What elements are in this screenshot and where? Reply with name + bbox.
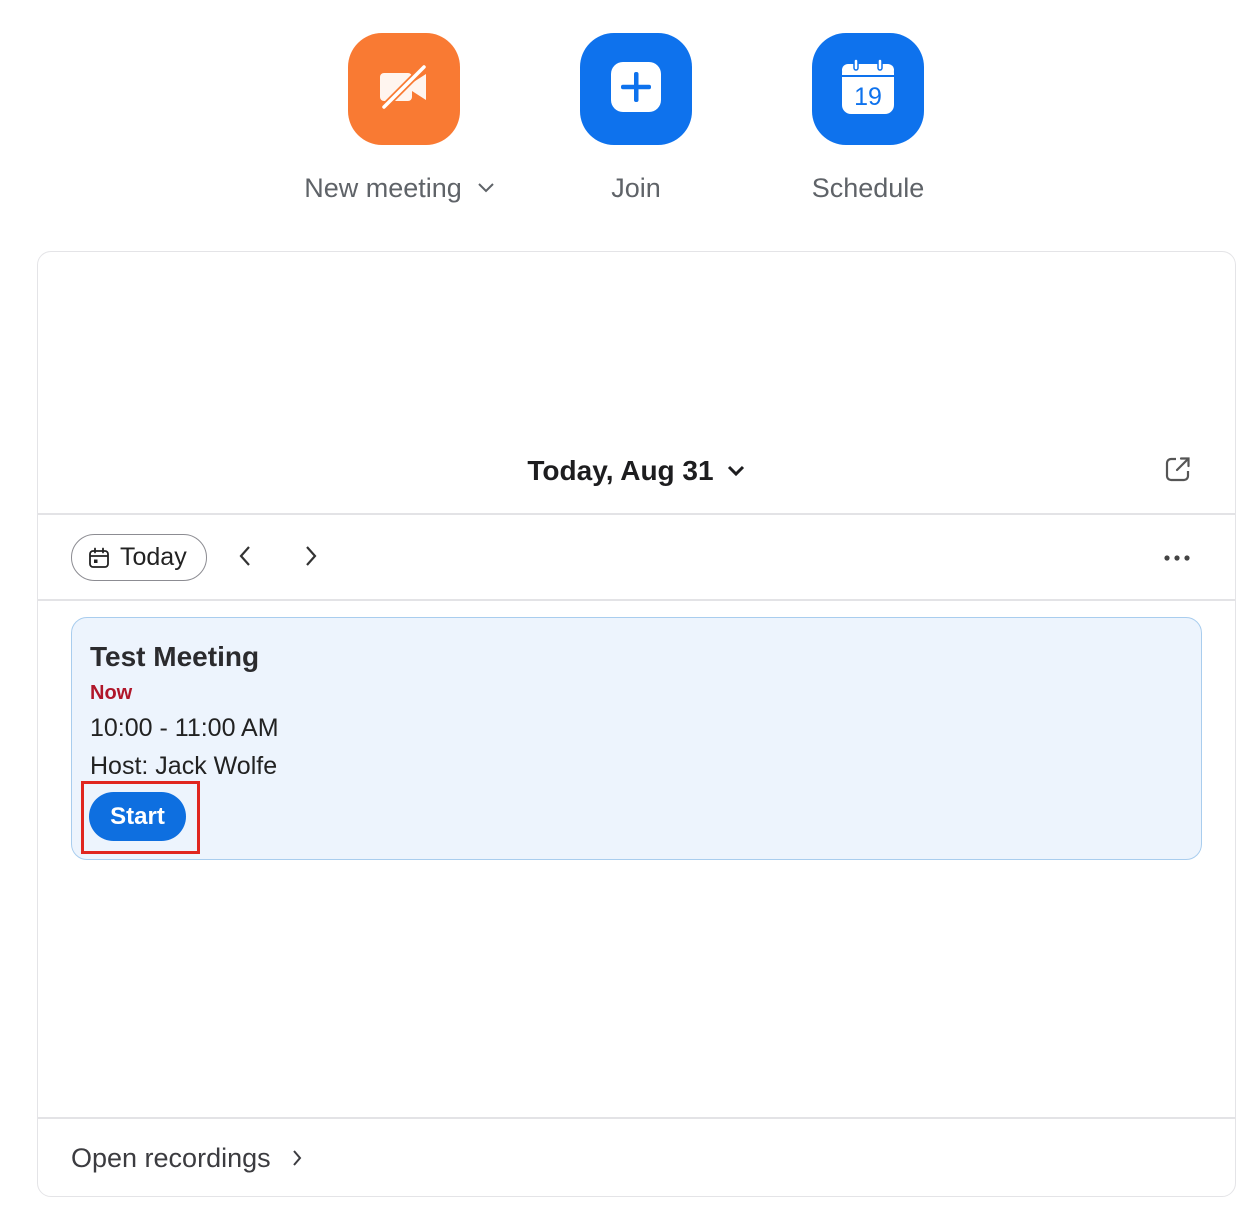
plus-icon <box>609 60 663 119</box>
schedule-button[interactable]: 19 <box>812 33 924 145</box>
meeting-status: Now <box>90 682 133 704</box>
video-off-icon <box>376 59 432 120</box>
calendar-panel: Today, Aug 31 Today Test Meeting Now 10:… <box>37 251 1236 1197</box>
calendar-icon <box>88 547 110 569</box>
divider <box>38 513 1235 515</box>
today-button[interactable]: Today <box>71 534 207 581</box>
meeting-title: Test Meeting <box>90 641 260 672</box>
new-meeting-label[interactable]: New meeting <box>280 168 520 208</box>
calendar-icon: 19 <box>840 57 896 121</box>
chevron-down-icon <box>726 464 746 478</box>
meeting-time: 10:00 - 11:00 AM <box>90 714 279 742</box>
chevron-right-icon <box>302 544 320 573</box>
chevron-left-icon <box>236 544 254 573</box>
date-selector[interactable]: Today, Aug 31 <box>38 447 1235 495</box>
previous-day-button[interactable] <box>229 542 261 574</box>
chevron-down-icon[interactable] <box>476 181 496 195</box>
new-meeting-button[interactable] <box>348 33 460 145</box>
join-label[interactable]: Join <box>556 168 716 208</box>
next-day-button[interactable] <box>295 542 327 574</box>
meeting-host: Host: Jack Wolfe <box>90 752 278 780</box>
divider <box>38 599 1235 601</box>
more-icon <box>1163 549 1191 567</box>
date-title: Today, Aug 31 <box>527 455 714 486</box>
schedule-label[interactable]: Schedule <box>788 168 948 208</box>
popout-icon[interactable] <box>1163 454 1193 484</box>
chevron-right-icon <box>291 1148 303 1168</box>
join-button[interactable] <box>580 33 692 145</box>
open-recordings-link[interactable]: Open recordings <box>71 1137 303 1179</box>
divider <box>38 1117 1235 1119</box>
more-options-button[interactable] <box>1159 542 1195 574</box>
open-recordings-label: Open recordings <box>71 1142 271 1173</box>
meeting-card[interactable]: Test Meeting Now 10:00 - 11:00 AM Host: … <box>71 617 1202 860</box>
today-label: Today <box>120 543 187 571</box>
svg-text:19: 19 <box>854 83 882 111</box>
start-button[interactable]: Start <box>89 792 186 841</box>
